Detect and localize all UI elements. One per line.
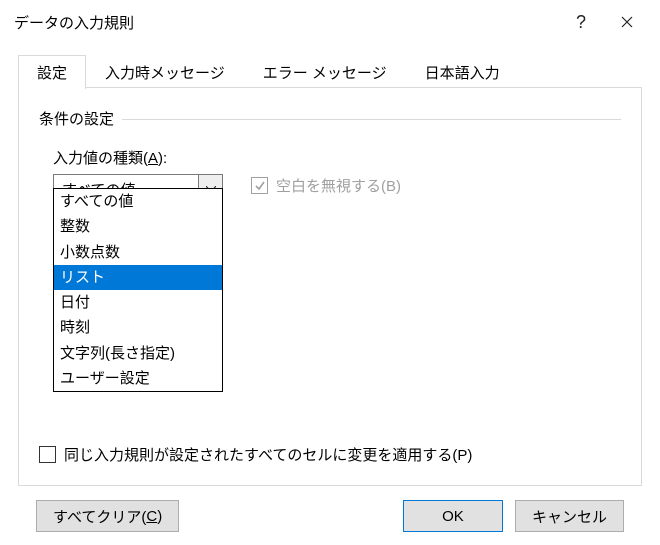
ok-button[interactable]: OK — [403, 500, 503, 532]
tab-error-message-label: エラー メッセージ — [263, 65, 387, 82]
clear-all-button[interactable]: すべてクリア(C) — [36, 500, 179, 532]
cancel-button[interactable]: キャンセル — [515, 500, 624, 532]
group-condition-label: 条件の設定 — [39, 108, 122, 129]
check-icon — [254, 180, 266, 192]
close-button[interactable] — [604, 6, 650, 38]
option-any[interactable]: すべての値 — [54, 189, 222, 214]
apply-same-checkbox[interactable]: 同じ入力規則が設定されたすべてのセルに変更を適用する(P) — [39, 444, 472, 465]
tab-ime-label: 日本語入力 — [425, 65, 500, 82]
option-custom[interactable]: ユーザー設定 — [54, 366, 222, 391]
tab-strip: 設定 入力時メッセージ エラー メッセージ 日本語入力 — [18, 54, 642, 88]
option-list[interactable]: リスト — [54, 265, 222, 290]
titlebar: データの入力規則 ? — [0, 0, 660, 44]
allow-dropdown-list[interactable]: すべての値 整数 小数点数 リスト 日付 時刻 文字列(長さ指定) ユーザー設定 — [53, 188, 223, 392]
option-int[interactable]: 整数 — [54, 214, 222, 239]
allow-label: 入力値の種類(A): — [53, 147, 223, 168]
option-date[interactable]: 日付 — [54, 290, 222, 315]
tab-error-message[interactable]: エラー メッセージ — [244, 55, 406, 89]
dialog-window: データの入力規則 ? 設定 入力時メッセージ エラー メッセージ 日本語入力 条… — [0, 0, 660, 545]
checkbox-box — [39, 446, 56, 463]
ignore-blank-label: 空白を無視する(B) — [276, 175, 401, 196]
option-decimal[interactable]: 小数点数 — [54, 240, 222, 265]
content-area: 設定 入力時メッセージ エラー メッセージ 日本語入力 条件の設定 入力値の種類… — [0, 44, 660, 532]
tab-input-message-label: 入力時メッセージ — [105, 65, 225, 82]
apply-same-label: 同じ入力規則が設定されたすべてのセルに変更を適用する(P) — [64, 444, 472, 465]
group-condition: 条件の設定 — [39, 108, 621, 129]
settings-panel: 条件の設定 入力値の種類(A): すべての値 — [18, 88, 642, 486]
tab-settings-label: 設定 — [37, 65, 67, 82]
tab-ime[interactable]: 日本語入力 — [406, 55, 519, 89]
tab-underline — [18, 87, 642, 88]
tab-settings[interactable]: 設定 — [18, 55, 86, 89]
ignore-blank-checkbox: 空白を無視する(B) — [251, 175, 401, 196]
footer: すべてクリア(C) OK キャンセル — [18, 486, 642, 532]
close-icon — [621, 16, 633, 28]
option-textlen[interactable]: 文字列(長さ指定) — [54, 341, 222, 366]
tab-input-message[interactable]: 入力時メッセージ — [86, 55, 244, 89]
checkbox-box — [251, 177, 268, 194]
option-time[interactable]: 時刻 — [54, 315, 222, 340]
title-text: データの入力規則 — [14, 12, 558, 33]
help-button[interactable]: ? — [558, 6, 604, 38]
